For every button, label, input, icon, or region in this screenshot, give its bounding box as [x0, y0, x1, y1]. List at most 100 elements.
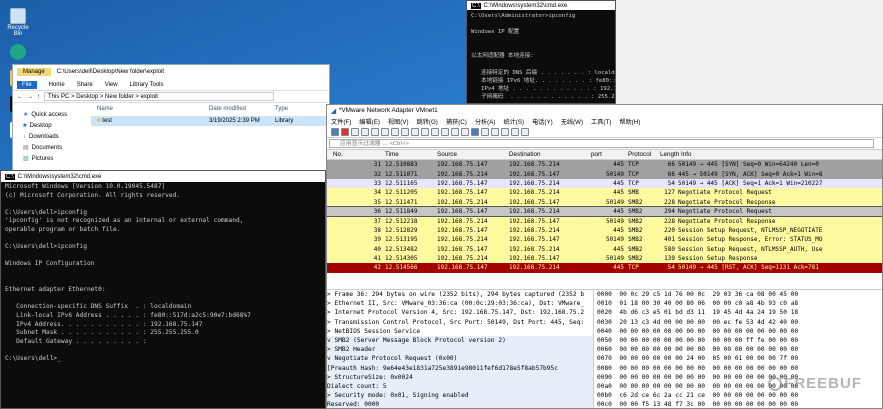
detail-tree-item[interactable]: > Transmission Control Protocol, Src Por…: [327, 318, 593, 327]
menu-item[interactable]: 帮助(H): [619, 117, 640, 126]
go-back-icon[interactable]: [421, 127, 429, 136]
file-type: Library: [275, 118, 294, 124]
packet-row[interactable]: 31 12.510883 192.168.75.147 192.168.75.214 4…: [327, 160, 882, 170]
ribbon-share-tab[interactable]: Share: [77, 82, 93, 88]
packet-dst: 192.168.75.147: [509, 217, 560, 225]
menu-item[interactable]: 电话(Y): [532, 117, 553, 126]
last-packet-icon[interactable]: [461, 127, 469, 136]
go-to-packet-icon[interactable]: [441, 127, 449, 136]
resize-columns-icon[interactable]: [521, 127, 529, 136]
packet-row[interactable]: 42 12.514566 192.168.75.147 192.168.75.214 4…: [327, 263, 882, 273]
detail-tree-item[interactable]: > StructureSize: 0x0024: [327, 372, 593, 382]
edge-desktop-icon[interactable]: [4, 44, 32, 61]
forward-arrow-icon[interactable]: →: [27, 94, 33, 100]
menu-item[interactable]: 分析(A): [475, 117, 496, 126]
menu-item[interactable]: 跳转(G): [417, 117, 438, 126]
column-source[interactable]: Source: [437, 151, 509, 158]
ribbon-view-tab[interactable]: View: [105, 82, 118, 88]
zoom-in-icon[interactable]: [491, 127, 499, 136]
ribbon-home-tab[interactable]: Home: [49, 82, 65, 88]
packet-no: 35: [373, 198, 381, 206]
start-capture-icon[interactable]: [331, 127, 339, 136]
close-file-icon[interactable]: [391, 127, 399, 136]
find-packet-icon[interactable]: [411, 127, 419, 136]
packet-row[interactable]: 33 12.511165 192.168.75.147 192.168.75.214 4…: [327, 178, 882, 189]
manage-tab[interactable]: Manage: [17, 68, 51, 76]
menu-item[interactable]: 统计(S): [503, 117, 524, 126]
cmd-client-output[interactable]: Microsoft Windows [Version 10.0.19045.54…: [1, 182, 325, 365]
packet-row[interactable]: 39 12.513195 192.168.75.214 192.168.75.147 5…: [327, 235, 882, 245]
save-file-icon[interactable]: [381, 127, 389, 136]
options-gear-icon[interactable]: [361, 127, 369, 136]
nav-downloads[interactable]: ↓ Downloads: [13, 131, 91, 142]
column-destination[interactable]: Destination: [509, 151, 591, 158]
reload-icon[interactable]: [401, 127, 409, 136]
column-length[interactable]: Length: [660, 151, 681, 158]
column-date-modified[interactable]: Date modified: [209, 106, 275, 112]
menu-item[interactable]: 无线(W): [561, 117, 583, 126]
nav-quick-access[interactable]: ★ Quick access: [13, 109, 91, 120]
packet-row[interactable]: 32 12.511071 192.168.75.214 192.168.75.147 5…: [327, 169, 882, 179]
ribbon-file-tab[interactable]: File: [17, 80, 37, 89]
column-time[interactable]: Time: [385, 151, 437, 158]
up-arrow-icon[interactable]: ↑: [37, 94, 40, 100]
detail-tree-item[interactable]: [Preauth Hash: 9e64e43e1831a725e3891e980…: [327, 363, 593, 373]
packet-row[interactable]: 41 12.514305 192.168.75.214 192.168.75.147 5…: [327, 253, 882, 264]
packet-row[interactable]: 38 12.512829 192.168.75.147 192.168.75.214 4…: [327, 225, 882, 236]
colorize-icon[interactable]: [481, 127, 489, 136]
nav-pictures[interactable]: ▧ Pictures: [13, 153, 91, 164]
detail-tree-item[interactable]: v Negotiate Protocol Request (0x00): [327, 354, 593, 364]
column-protocol[interactable]: Protocol: [628, 151, 660, 158]
packet-row[interactable]: 40 12.513482 192.168.75.147 192.168.75.214 4…: [327, 244, 882, 254]
packet-row[interactable]: 37 12.512218 192.168.75.214 192.168.75.147 5…: [327, 216, 882, 226]
ribbon-library-tools-tab[interactable]: Library Tools: [130, 82, 164, 88]
stop-capture-icon[interactable]: [341, 127, 349, 136]
first-packet-icon[interactable]: [451, 127, 459, 136]
column-type[interactable]: Type: [275, 106, 315, 112]
cmd-server-titlebar: C:\ C:\Windows\system32\cmd.exe: [467, 1, 615, 10]
nav-desktop[interactable]: ■ Desktop: [13, 120, 91, 131]
wireshark-fin-icon: ◢: [331, 107, 336, 115]
restart-capture-icon[interactable]: [351, 127, 359, 136]
menu-item[interactable]: 工具(T): [591, 117, 611, 126]
menu-item[interactable]: 捕获(C): [446, 117, 467, 126]
file-row[interactable]: ■ test 3/19/2025 2:39 PM Library: [91, 116, 329, 126]
column-info[interactable]: Info: [681, 151, 881, 158]
recycle-bin-desktop-icon[interactable]: Recycle Bin: [4, 8, 32, 37]
hex-row: 00b0 c6 2d ce 6c 2a cc 21 ce 00 00 00 00…: [597, 392, 799, 400]
open-file-icon[interactable]: [371, 127, 379, 136]
nav-documents[interactable]: ▤ Documents: [13, 142, 91, 153]
packet-row[interactable]: 34 12.511205 192.168.75.147 192.168.75.214 4…: [327, 188, 882, 198]
detail-tree-item[interactable]: v SMB2 (Server Message Block Protocol ve…: [327, 335, 593, 346]
packet-no: 38: [373, 226, 381, 234]
detail-tree-item[interactable]: > Internet Protocol Version 4, Src: 192.…: [327, 308, 593, 317]
address-bar[interactable]: This PC > Desktop > New folder > exploit: [44, 92, 274, 101]
menu-item[interactable]: 编辑(E): [359, 117, 380, 126]
detail-tree-item[interactable]: Reserved: 0000: [327, 400, 593, 408]
detail-tree-item[interactable]: > Frame 36: 294 bytes on wire (2352 bits…: [327, 290, 593, 299]
packet-proto: TCP: [628, 161, 639, 169]
packet-row[interactable]: 35 12.511471 192.168.75.214 192.168.75.147 5…: [327, 197, 882, 207]
go-forward-icon[interactable]: [431, 127, 439, 136]
menu-item[interactable]: 文件(F): [331, 117, 351, 126]
autoscroll-icon[interactable]: [471, 127, 479, 136]
packet-port: 445: [613, 226, 624, 234]
display-filter-input[interactable]: 应用显示过滤器 … <Ctrl-/>: [329, 139, 874, 148]
back-arrow-icon[interactable]: ←: [17, 94, 23, 100]
zoom-reset-icon[interactable]: [511, 127, 519, 136]
detail-tree-item[interactable]: > Security mode: 0x01, Signing enabled: [327, 391, 593, 401]
detail-tree-item[interactable]: Dialect count: 5: [327, 381, 593, 392]
column-port[interactable]: port: [591, 151, 628, 158]
packet-proto: SMB2: [628, 198, 643, 206]
detail-tree-item[interactable]: > Ethernet II, Src: VMware_03:36:ca (00:…: [327, 299, 593, 308]
packet-row[interactable]: 36 12.511849 192.168.75.147 192.168.75.214 4…: [327, 205, 882, 218]
column-name[interactable]: Name: [91, 106, 209, 112]
packet-len: 228: [664, 198, 675, 206]
detail-tree-item[interactable]: > SMB2 Header: [327, 345, 593, 355]
detail-tree-item[interactable]: > NetBIOS Session Service: [327, 327, 593, 336]
menu-item[interactable]: 视图(V): [388, 117, 409, 126]
column-no[interactable]: No.: [327, 151, 385, 158]
hex-row: 0080 00 00 00 00 00 00 00 00 00 00 00 00…: [597, 364, 799, 372]
zoom-out-icon[interactable]: [501, 127, 509, 136]
cmd-server-output[interactable]: C:\Users\Administrator>ipconfig Windows I…: [467, 10, 615, 103]
